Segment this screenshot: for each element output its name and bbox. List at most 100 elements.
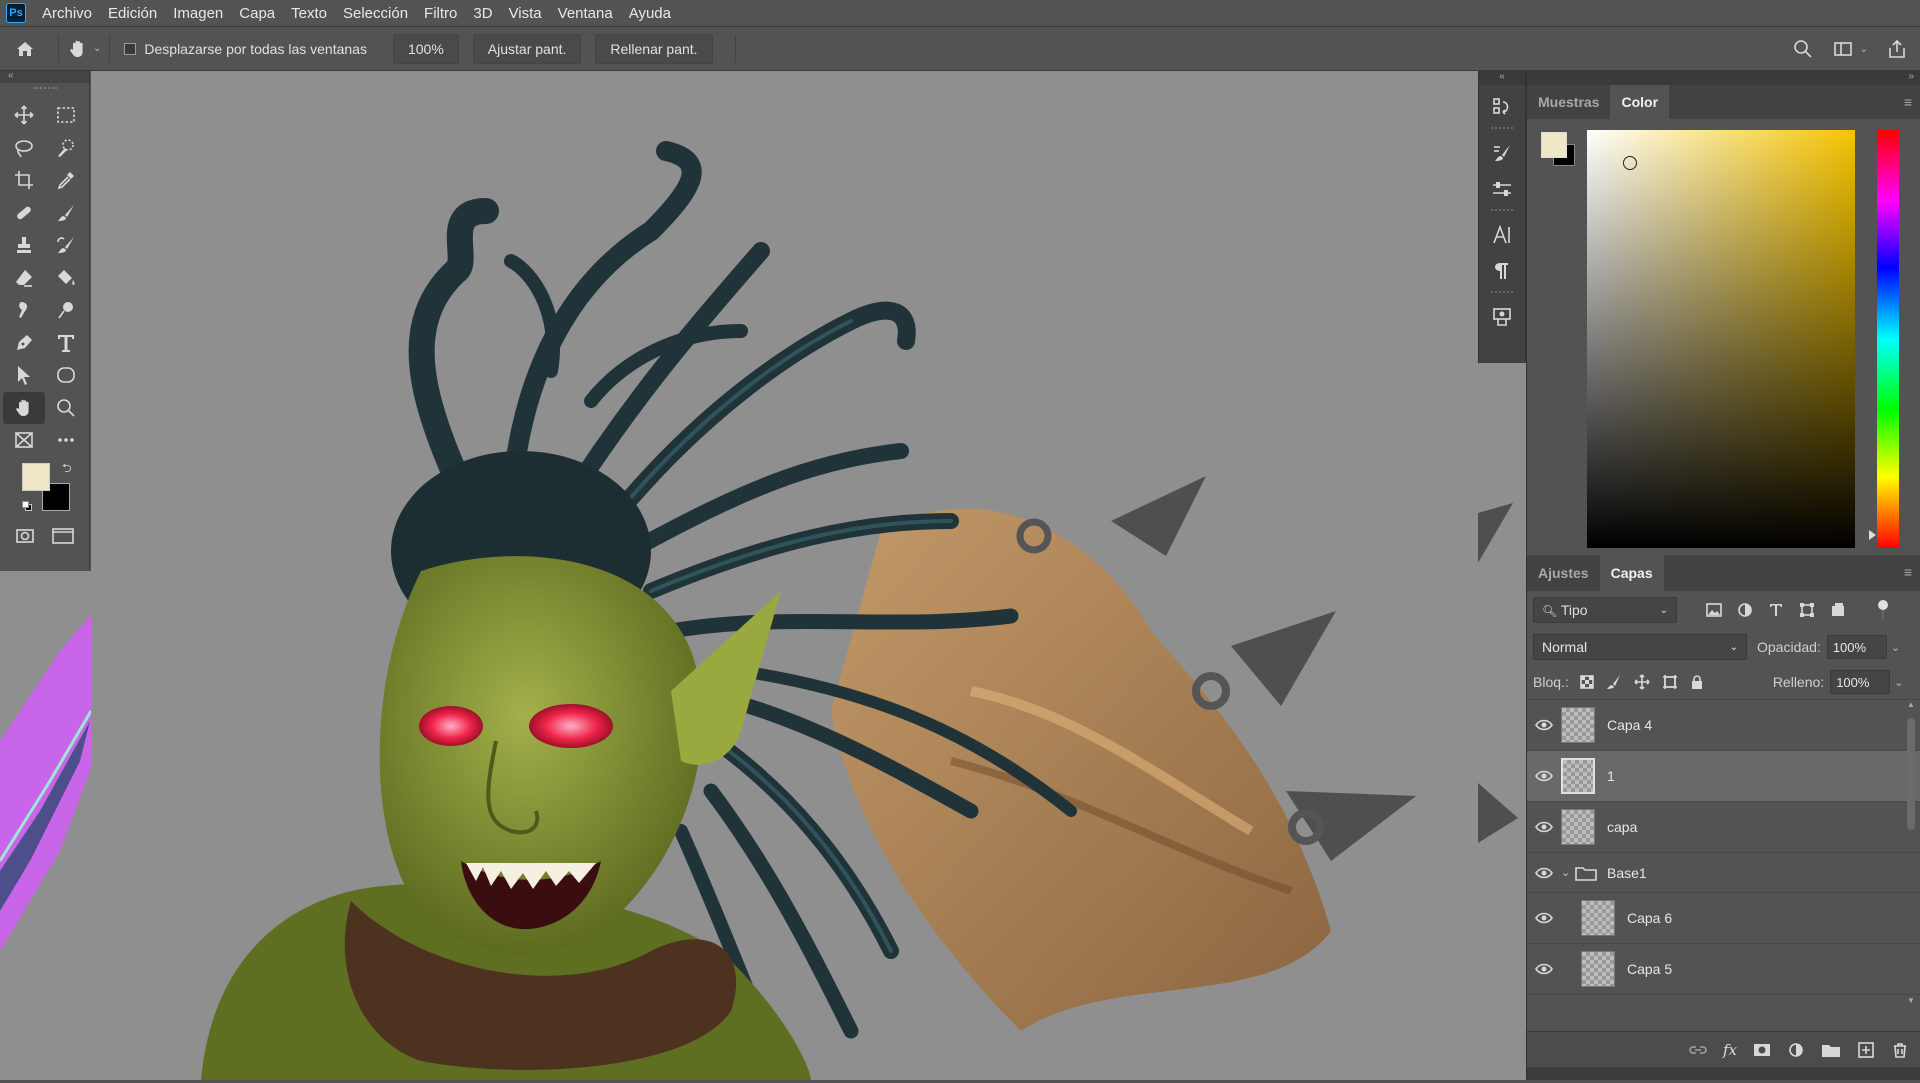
hand-tool[interactable] [3,391,45,424]
brush-tool[interactable] [45,197,87,230]
hand-preset-button[interactable]: ⌄ [67,38,101,60]
layer-filter-kind-select[interactable]: 🔍︎ Tipo ⌄ [1533,597,1677,623]
lock-transparency-icon[interactable] [1579,674,1595,690]
new-layer-icon[interactable] [1857,1041,1875,1059]
scroll-up-icon[interactable]: ▲ [1907,700,1915,709]
expand-icon[interactable]: » [1527,71,1920,85]
type-filter-icon[interactable] [1767,601,1785,619]
stamp-tool[interactable] [3,229,45,262]
screen-mode-icon[interactable] [51,525,75,547]
layer-row-capa-4[interactable]: Capa 4 [1527,700,1920,751]
tab-ajustes[interactable]: Ajustes [1527,555,1600,591]
pen-tool[interactable] [3,327,45,360]
eye-icon[interactable] [1527,963,1561,975]
menu-ayuda[interactable]: Ayuda [621,0,679,27]
new-adjustment-layer-icon[interactable] [1787,1041,1805,1059]
healing-tool[interactable] [3,197,45,230]
panel-grip[interactable] [1491,127,1513,133]
eye-icon[interactable] [1527,719,1561,731]
smudge-tool[interactable] [3,294,45,327]
filter-toggle-icon[interactable] [1878,600,1888,620]
menu-archivo[interactable]: Archivo [34,0,100,27]
eraser-tool[interactable] [3,262,45,295]
scrollbar-thumb[interactable] [1907,718,1915,830]
layer-group-base1[interactable]: ⌄ Base1 [1527,853,1920,893]
history-brush-tool[interactable] [45,229,87,262]
dock-3d-button[interactable] [1479,299,1525,335]
crop-tool[interactable] [3,164,45,197]
zoom-tool[interactable] [45,392,87,425]
layer-row-partial[interactable] [1527,995,1920,1004]
chevron-down-icon[interactable]: ⌄ [1561,866,1575,879]
collapse-icon[interactable]: « [1479,71,1525,85]
fill-input[interactable]: 100% [1830,670,1891,694]
chevron-down-icon[interactable]: ⌄ [1894,676,1903,689]
dock-brush-settings-button[interactable] [1479,135,1525,171]
dodge-tool[interactable] [45,294,87,327]
color-panel-foreground-swatch[interactable] [1541,132,1567,158]
menu-capa[interactable]: Capa [231,0,283,27]
layer-row-capa-6[interactable]: Capa 6 [1527,893,1920,944]
layer-row-capa-5[interactable]: Capa 5 [1527,944,1920,995]
layer-row-capa[interactable]: capa [1527,802,1920,853]
menu-edicion[interactable]: Edición [100,0,165,27]
layer-mask-icon[interactable] [1753,1042,1771,1058]
tab-color[interactable]: Color [1610,85,1670,119]
share-icon[interactable] [1886,38,1908,60]
paint-bucket-tool[interactable] [45,262,87,295]
type-tool[interactable] [45,327,87,360]
lock-pixels-icon[interactable] [1605,673,1623,691]
eye-icon[interactable] [1527,867,1561,879]
scroll-down-icon[interactable]: ▼ [1907,996,1915,1004]
panel-menu-icon[interactable]: ≡ [1904,564,1912,580]
workspace-button[interactable]: ⌄ [1832,38,1868,60]
menu-vista[interactable]: Vista [501,0,550,27]
menu-texto[interactable]: Texto [283,0,335,27]
menu-imagen[interactable]: Imagen [165,0,231,27]
collapse-icon[interactable]: « [0,71,89,83]
blend-mode-select[interactable]: Normal ⌄ [1533,634,1747,660]
dock-paragraph-button[interactable] [1479,253,1525,289]
panel-grip[interactable] [1491,291,1513,297]
tab-capas[interactable]: Capas [1599,555,1664,591]
shape-filter-icon[interactable] [1798,601,1816,619]
smart-object-filter-icon[interactable] [1829,601,1847,619]
panel-grip[interactable] [32,87,57,95]
menu-ventana[interactable]: Ventana [550,0,621,27]
lock-artboard-icon[interactable] [1661,673,1679,691]
hue-slider-marker[interactable] [1869,530,1876,540]
swap-colors-icon[interactable]: ⮌ [62,459,72,480]
quick-mask-icon[interactable] [14,525,36,547]
fit-screen-button[interactable]: Ajustar pant. [472,33,582,64]
menu-seleccion[interactable]: Selección [335,0,416,27]
new-group-icon[interactable] [1821,1042,1841,1058]
lock-all-icon[interactable] [1689,674,1705,690]
pixel-filter-icon[interactable] [1705,601,1723,619]
hue-slider[interactable] [1877,130,1899,548]
zoom-percent-button[interactable]: 100% [392,33,459,64]
more-tools-button[interactable] [45,424,87,457]
path-select-tool[interactable] [3,359,45,392]
saturation-value-field[interactable] [1587,130,1855,548]
menu-3d[interactable]: 3D [465,0,500,27]
adjustment-filter-icon[interactable] [1736,601,1754,619]
tab-muestras[interactable]: Muestras [1527,85,1610,119]
color-picker-marker[interactable] [1623,156,1637,170]
move-tool[interactable] [3,99,45,132]
scroll-all-windows-checkbox[interactable] [124,42,137,55]
foreground-color-swatch[interactable] [22,462,50,491]
panel-grip[interactable] [1491,209,1513,215]
quick-select-tool[interactable] [45,132,87,165]
lasso-tool[interactable] [3,132,45,165]
document-canvas[interactable] [91,71,1478,1080]
search-icon[interactable] [1792,38,1814,60]
frame-tool[interactable] [3,424,45,457]
ellipse-tool[interactable] [45,359,87,392]
panel-menu-icon[interactable]: ≡ [1904,94,1912,110]
lock-position-icon[interactable] [1633,673,1651,691]
layer-row-1[interactable]: 1 [1527,751,1920,802]
eye-icon[interactable] [1527,770,1561,782]
dock-character-button[interactable] [1479,217,1525,253]
menu-filtro[interactable]: Filtro [416,0,465,27]
home-button[interactable] [0,27,50,71]
